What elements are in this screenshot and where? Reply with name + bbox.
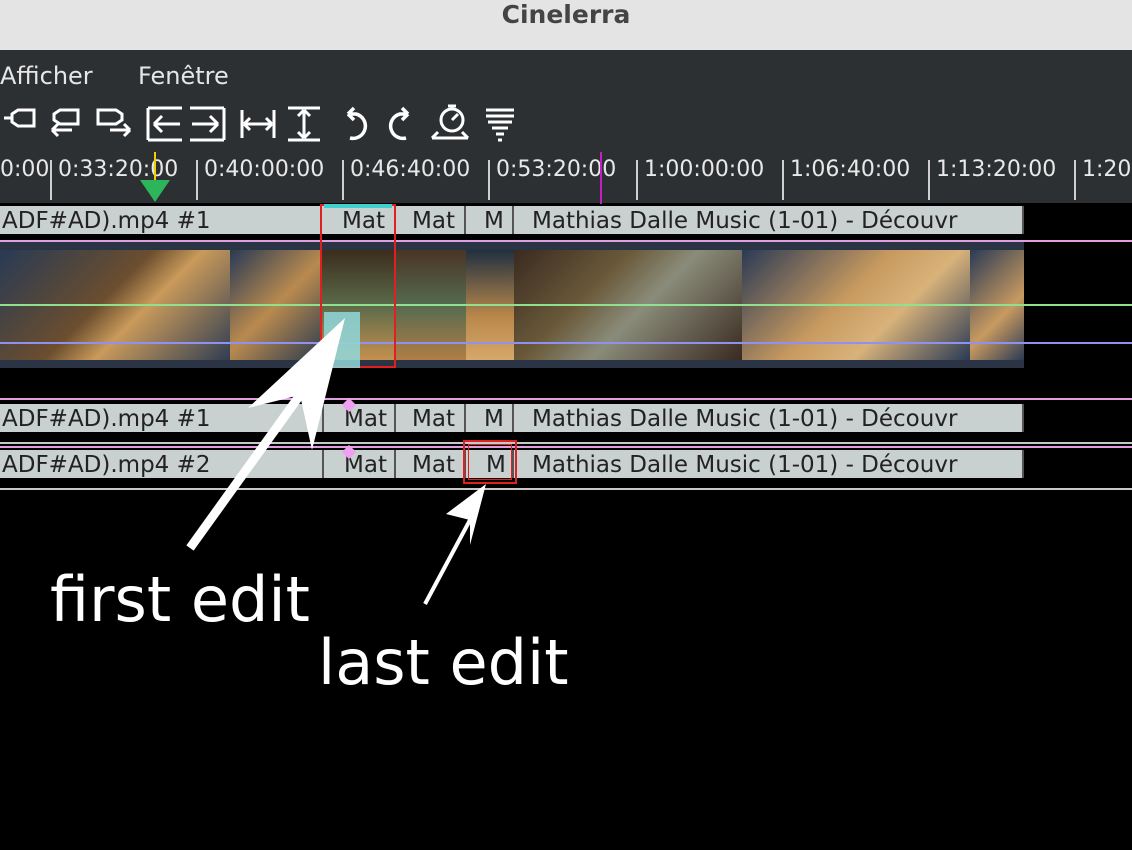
first-edit-label: first edit bbox=[50, 563, 310, 636]
last-edit-arrow-shaft bbox=[423, 519, 472, 605]
first-edit-arrow-shaft bbox=[186, 392, 304, 551]
annotation-arrows bbox=[186, 318, 486, 605]
first-edit-arrow-head bbox=[248, 318, 345, 450]
last-edit-label: last edit bbox=[318, 626, 569, 699]
last-edit-arrow-head bbox=[446, 484, 486, 545]
